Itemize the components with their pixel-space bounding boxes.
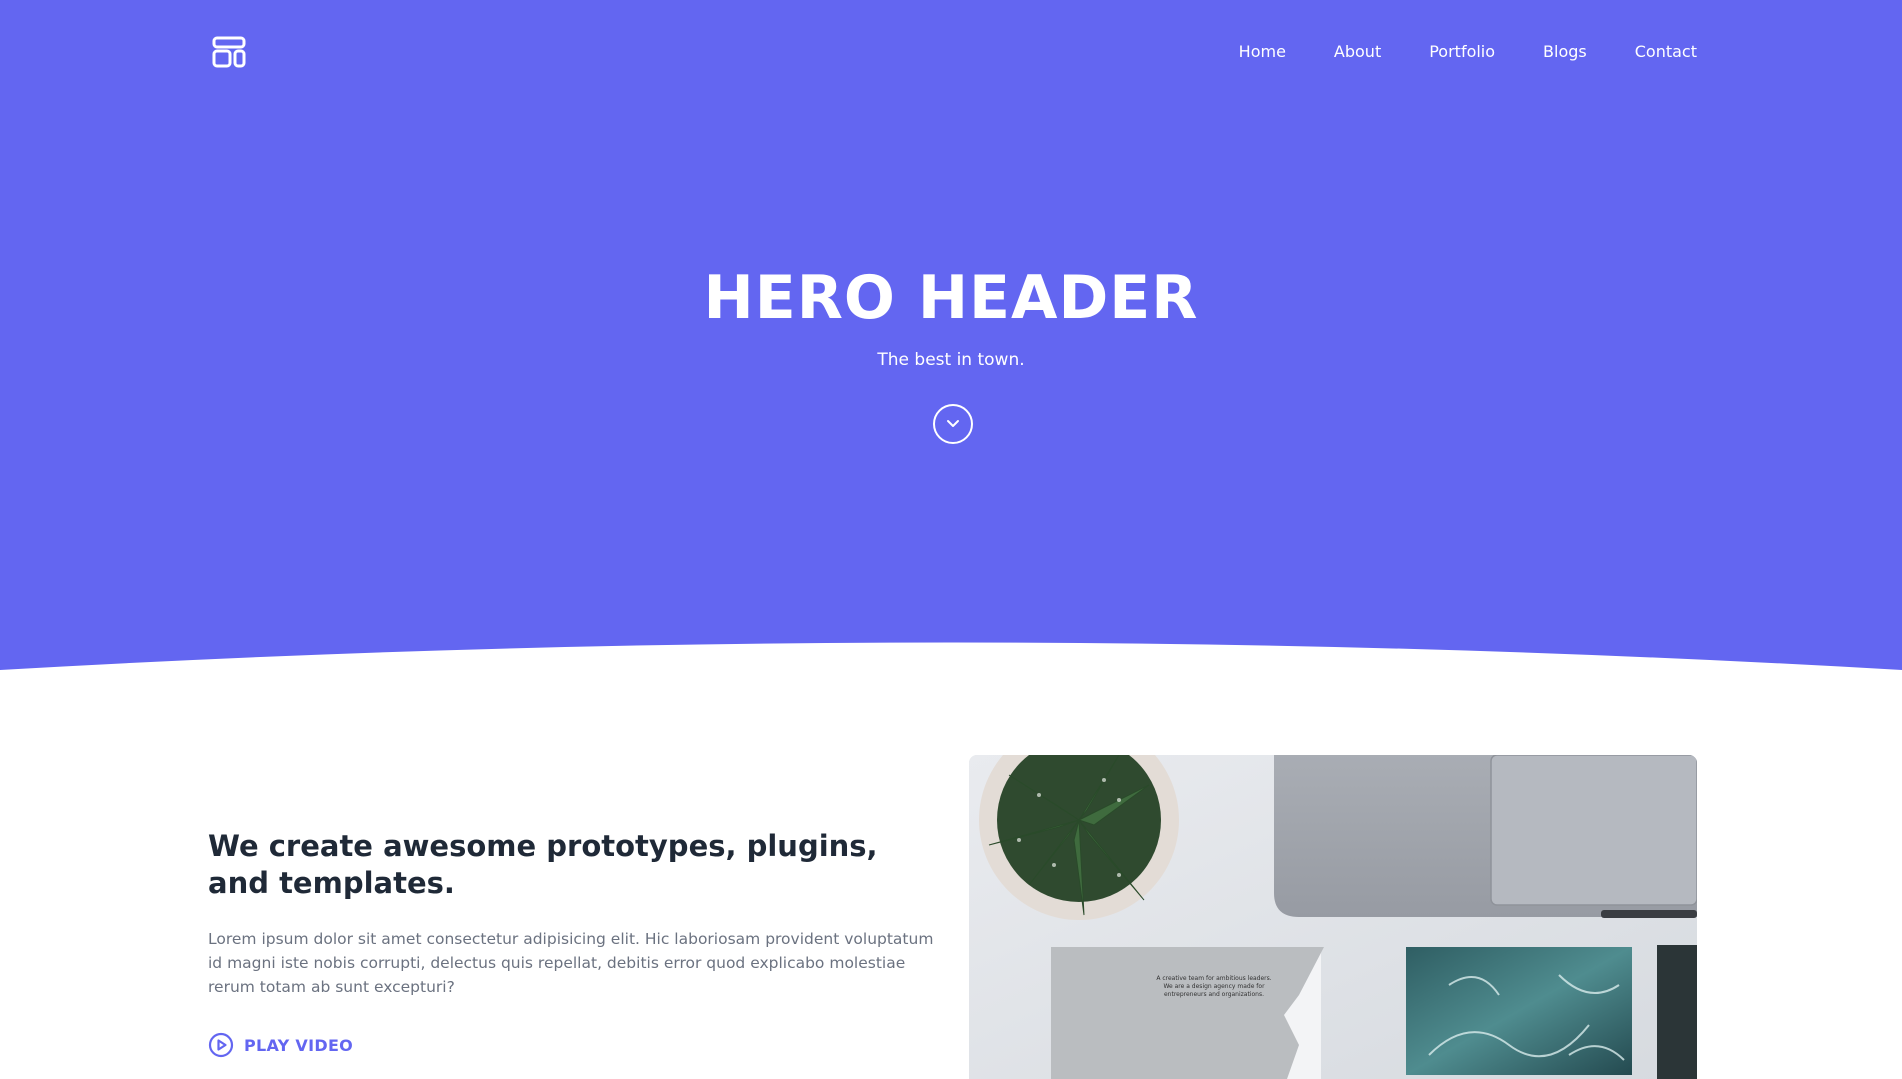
nav-link-contact[interactable]: Contact — [1635, 40, 1697, 64]
play-circle-icon — [208, 1032, 234, 1058]
nav-link-home[interactable]: Home — [1239, 40, 1286, 64]
nav-menu: Home About Portfolio Blogs Contact — [1239, 40, 1697, 64]
navbar: Home About Portfolio Blogs Contact — [0, 0, 1902, 104]
feature-description: Lorem ipsum dolor sit amet consectetur a… — [208, 930, 934, 996]
layout-icon[interactable] — [212, 36, 246, 68]
feature-heading: We create awesome prototypes, plugins, a… — [208, 829, 878, 900]
workspace-photo: A creative team for ambitious leaders. We… — [969, 755, 1697, 1079]
nav-link-portfolio[interactable]: Portfolio — [1429, 40, 1495, 64]
business-card-text: A creative team for ambitious leaders. We… — [1156, 975, 1271, 998]
nav-link-about[interactable]: About — [1334, 40, 1381, 64]
hero-title: HERO HEADER — [703, 263, 1199, 333]
play-video-label: PLAY VIDEO — [244, 1035, 354, 1055]
chevron-down-icon — [947, 420, 959, 427]
hero-subtitle: The best in town. — [877, 350, 1025, 370]
scroll-down-button[interactable] — [933, 404, 973, 444]
hero-wave-divider — [0, 642, 1902, 700]
play-video-button[interactable]: PLAY VIDEO — [208, 1032, 353, 1058]
nav-link-blogs[interactable]: Blogs — [1543, 40, 1587, 64]
